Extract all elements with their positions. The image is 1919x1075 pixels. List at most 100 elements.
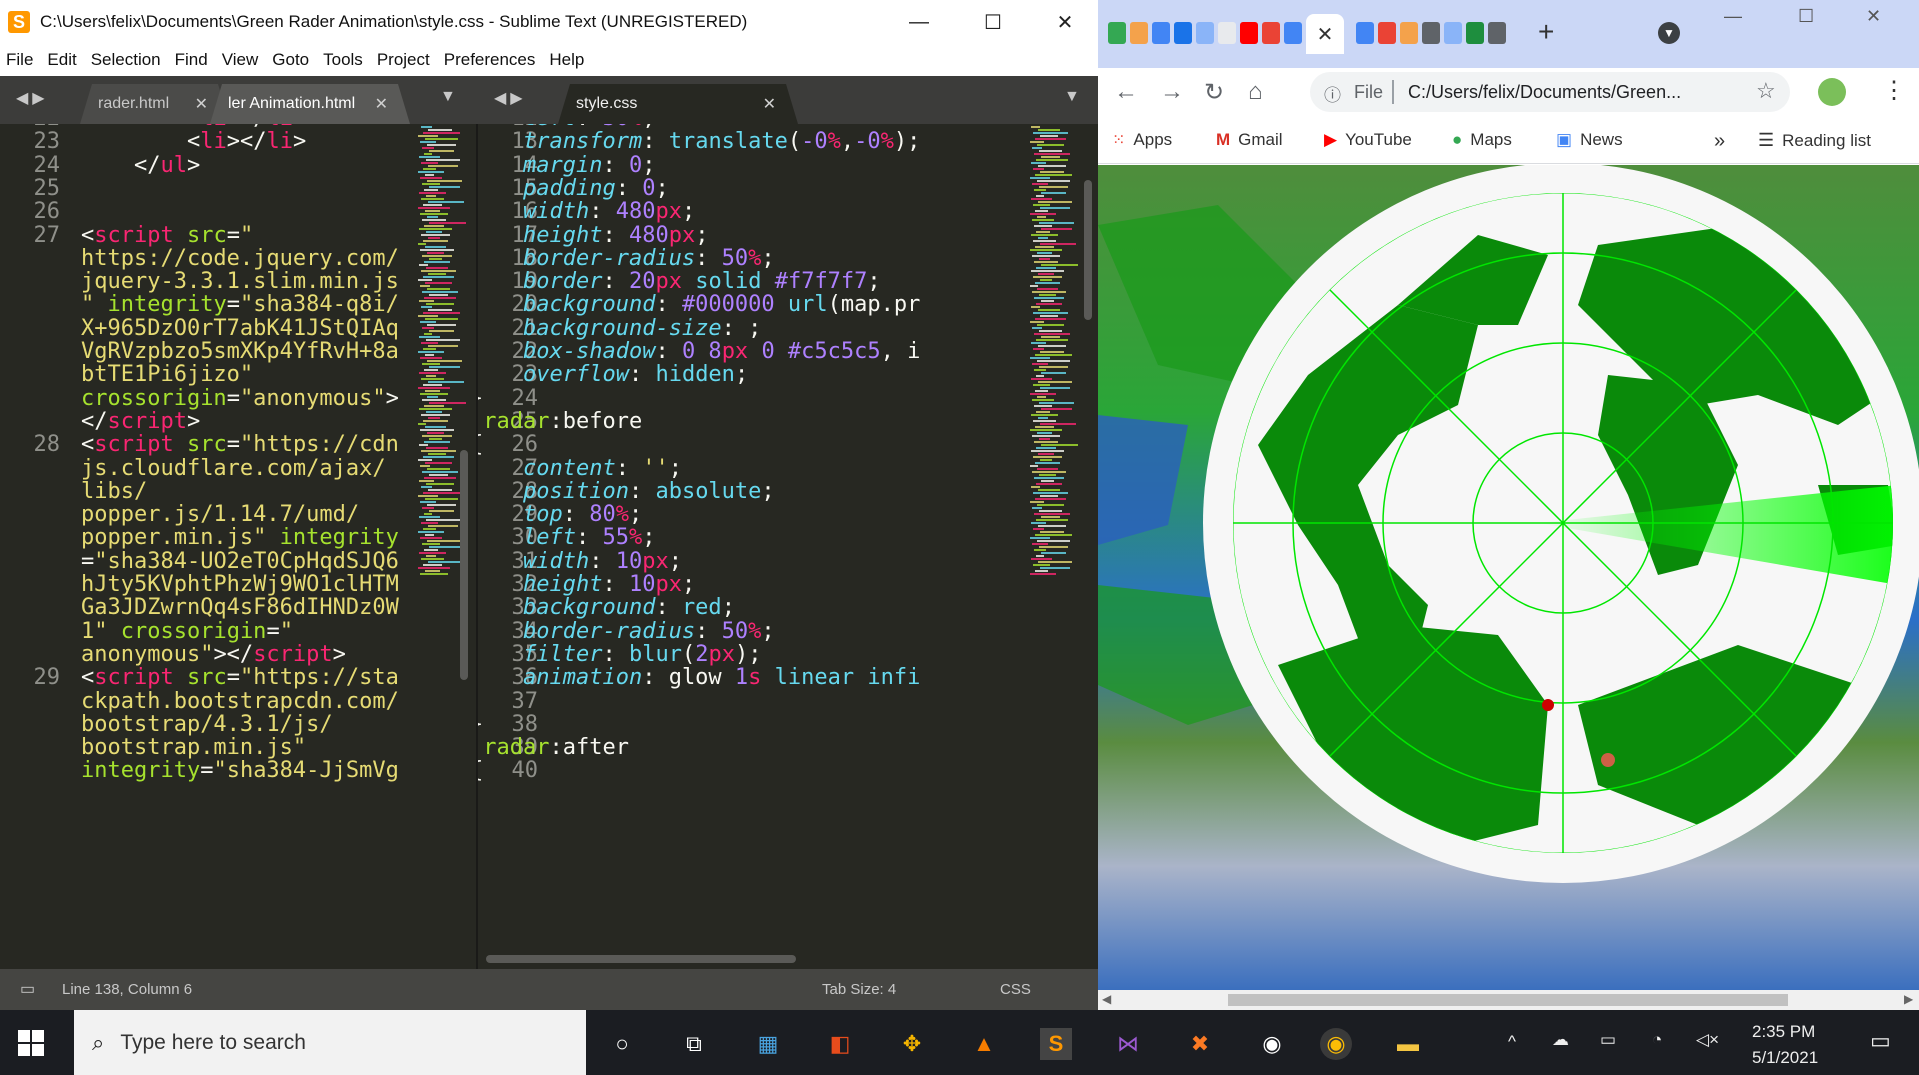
code-line[interactable]: animation: glow 1s linear infi <box>478 666 920 689</box>
tab-dropdown-icon[interactable]: ▼ <box>1064 88 1080 106</box>
office-icon[interactable]: ◧ <box>824 1028 856 1060</box>
code-line[interactable]: { <box>478 433 483 456</box>
code-line[interactable]: .radar:before <box>478 410 642 433</box>
menu-tools[interactable]: Tools <box>323 50 363 70</box>
bookmark-apps[interactable]: ⁙ Apps <box>1112 130 1172 150</box>
show-hidden-icons-icon[interactable]: ^ <box>1508 1032 1516 1052</box>
file-explorer-icon[interactable]: ▬ <box>1392 1028 1424 1060</box>
minimize-button[interactable]: — <box>1724 6 1742 27</box>
code-line[interactable]: ="sha384-UO2eT0CpHqdSJQ6 <box>28 550 399 573</box>
cortana-icon[interactable]: ○ <box>606 1028 638 1060</box>
right-minimap[interactable] <box>1030 124 1080 969</box>
menu-file[interactable]: File <box>6 50 33 70</box>
code-line[interactable]: popper.min.js" integrity <box>28 526 399 549</box>
tab-favicon[interactable] <box>1174 22 1192 44</box>
menu-help[interactable]: Help <box>549 50 584 70</box>
sublime-title-bar[interactable]: S C:\Users\felix\Documents\Green Rader A… <box>0 0 1098 44</box>
code-line[interactable]: } <box>478 713 483 736</box>
youtube-tab-favicon[interactable] <box>1240 22 1258 44</box>
code-line[interactable]: </script> <box>28 410 200 433</box>
code-line[interactable]: " integrity="sha384-q8i/ <box>28 293 399 316</box>
code-line[interactable]: width: 10px; <box>478 550 682 573</box>
google-tab-favicon[interactable] <box>1378 22 1396 44</box>
code-line[interactable]: position: absolute; <box>478 480 775 503</box>
code-line[interactable]: height: 480px; <box>478 223 708 247</box>
sublime-text-taskbar-icon[interactable]: S <box>1040 1028 1072 1060</box>
volume-icon[interactable]: ◁× <box>1696 1030 1719 1050</box>
code-line[interactable]: border-radius: 50%; <box>478 619 775 643</box>
chrome-taskbar-icon[interactable]: ◉ <box>1320 1028 1352 1060</box>
code-line[interactable]: } <box>478 386 483 410</box>
code-line[interactable]: height: 10px; <box>478 573 695 596</box>
code-line[interactable]: overflow: hidden; <box>478 363 748 386</box>
profile-avatar[interactable] <box>1818 78 1846 106</box>
code-line[interactable]: background: #000000 url(map.pr <box>478 293 920 316</box>
close-button[interactable]: ✕ <box>1866 6 1881 27</box>
code-line[interactable]: transform: translate(-0%,-0%); <box>478 130 920 153</box>
clock-date[interactable]: 5/1/2021 <box>1752 1048 1818 1068</box>
scroll-thumb[interactable] <box>1228 994 1788 1006</box>
code-line[interactable]: btTE1Pi6jizo" <box>28 363 253 386</box>
code-line[interactable]: https://code.jquery.com/ <box>28 247 399 270</box>
code-line[interactable]: width: 480px; <box>478 200 695 223</box>
microsoft-store-icon[interactable]: ▦ <box>752 1028 784 1060</box>
code-line[interactable]: left: 55%; <box>478 526 655 549</box>
tab-search-icon[interactable]: ▼ <box>1658 22 1680 44</box>
battery-icon[interactable]: ▭ <box>1600 1030 1616 1050</box>
tab-favicon[interactable] <box>1196 22 1214 44</box>
code-line[interactable]: popper.js/1.14.7/umd/ <box>28 503 359 526</box>
menu-selection[interactable]: Selection <box>91 50 161 70</box>
code-line[interactable]: <script src="https://sta <box>28 666 399 689</box>
code-line[interactable]: filter: blur(2px); <box>478 643 761 666</box>
code-line[interactable]: crossorigin="anonymous"> <box>28 386 399 410</box>
home-icon[interactable]: ⌂ <box>1248 78 1263 106</box>
code-line[interactable]: js.cloudflare.com/ajax/ <box>28 456 386 480</box>
bookmark-news[interactable]: ▣ News <box>1556 130 1623 150</box>
bookmark-gmail[interactable]: M Gmail <box>1216 130 1283 150</box>
chrome-menu-icon[interactable]: ⋮ <box>1882 76 1906 105</box>
code-line[interactable]: X+965DzO0rT7abK41JStQIAq <box>28 317 399 340</box>
menu-find[interactable]: Find <box>175 50 208 70</box>
more-bookmarks-button[interactable]: » <box>1714 130 1725 153</box>
code-line[interactable]: hJty5KVphtPhzWj9WO1clHTM <box>28 573 399 596</box>
notifications-icon[interactable]: ▭ <box>1870 1028 1891 1054</box>
tab-size-status[interactable]: Tab Size: 4 <box>822 981 896 998</box>
visual-studio-icon[interactable]: ⋈ <box>1112 1028 1144 1060</box>
close-tab-icon[interactable]: ✕ <box>763 94 776 114</box>
page-horizontal-scrollbar[interactable]: ◀ ▶ <box>1098 990 1919 1010</box>
right-scrollbar[interactable] <box>1084 180 1092 320</box>
code-line[interactable]: top: 80%; <box>478 503 642 526</box>
code-line[interactable]: content: ''; <box>478 456 682 480</box>
close-tab-icon[interactable]: ✕ <box>375 94 388 114</box>
code-line[interactable]: margin: 0; <box>478 153 655 177</box>
code-line[interactable]: 1" crossorigin=" <box>28 619 293 643</box>
address-url[interactable]: C:/Users/felix/Documents/Green... <box>1408 82 1681 103</box>
tab-favicon[interactable] <box>1466 22 1484 44</box>
code-line[interactable]: box-shadow: 0 8px 0 #c5c5c5, i <box>478 340 920 363</box>
code-line[interactable]: <li></li> <box>28 130 306 153</box>
tab-animation-html[interactable]: ler Animation.html ✕ <box>210 84 410 124</box>
scroll-right-icon[interactable]: ▶ <box>1904 992 1913 1006</box>
forward-arrow-icon[interactable]: → <box>1160 78 1184 106</box>
app-icon[interactable]: ◉ <box>1256 1028 1288 1060</box>
tab-favicon[interactable] <box>1130 22 1148 44</box>
google-tab-favicon[interactable] <box>1284 22 1302 44</box>
code-line[interactable]: <script src=" <box>28 223 253 247</box>
right-editor-pane[interactable]: 12 left: 30%;13 transform: translate(-0%… <box>478 124 1030 969</box>
code-line[interactable]: border-radius: 50%; <box>478 247 775 270</box>
tab-favicon[interactable] <box>1444 22 1462 44</box>
code-line[interactable]: border: 20px solid #f7f7f7; <box>478 270 881 293</box>
tab-favicon[interactable] <box>1218 22 1236 44</box>
menu-preferences[interactable]: Preferences <box>444 50 536 70</box>
onedrive-icon[interactable]: ☁ <box>1552 1030 1569 1050</box>
address-bar[interactable]: ⓘ File C:/Users/felix/Documents/Green...… <box>1310 72 1790 112</box>
code-line[interactable]: VgRVzpbzo5smXKp4YfRvH+8a <box>28 340 399 363</box>
tab-nav-arrows-right-pane[interactable]: ◀▶ <box>494 88 527 108</box>
active-tab-close-icon[interactable]: ✕ <box>1306 14 1344 54</box>
new-tab-button[interactable]: + <box>1538 16 1554 48</box>
bookmark-star-icon[interactable]: ☆ <box>1756 78 1776 104</box>
close-tab-icon[interactable]: ✕ <box>195 94 208 114</box>
minimize-button[interactable]: — <box>884 0 954 44</box>
code-line[interactable]: jquery-3.3.1.slim.min.js <box>28 270 399 293</box>
code-line[interactable]: libs/ <box>28 480 147 503</box>
